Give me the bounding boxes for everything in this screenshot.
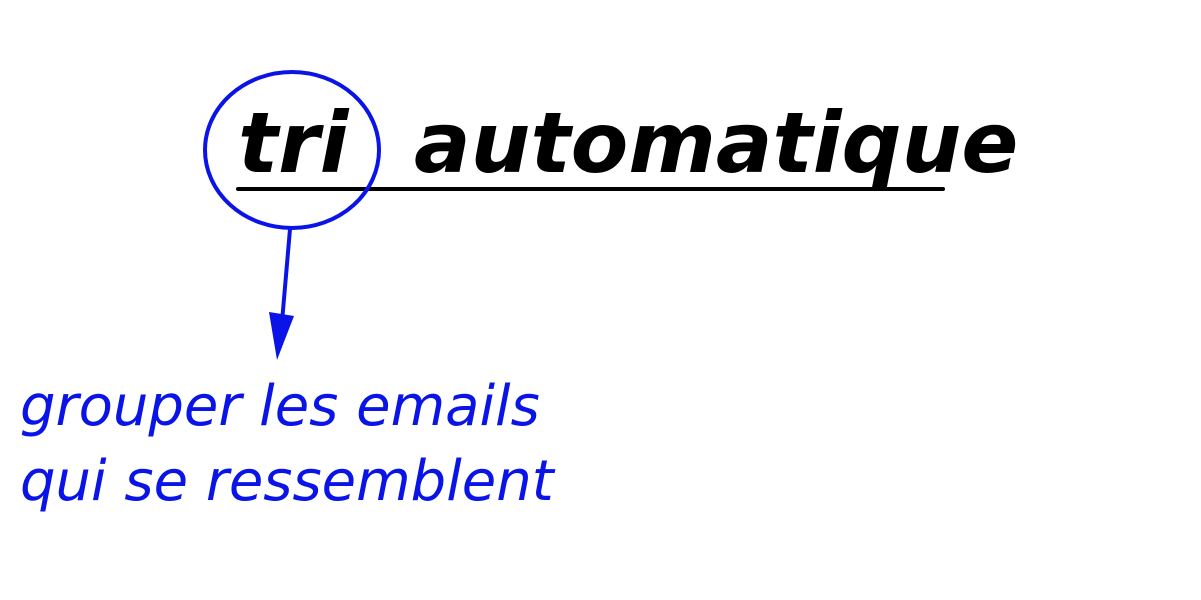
arrow-shaft	[280, 227, 292, 324]
title-word-automatique: automatique	[414, 94, 1018, 192]
title-word-tri: tri	[238, 94, 350, 192]
diagram-canvas: tri automatique grouper les emails qui s…	[20, 70, 1018, 514]
arrow-head	[269, 312, 294, 360]
annotation-line-2: qui se ressemblent	[20, 449, 556, 514]
annotation-line-1: grouper les emails	[20, 374, 540, 439]
